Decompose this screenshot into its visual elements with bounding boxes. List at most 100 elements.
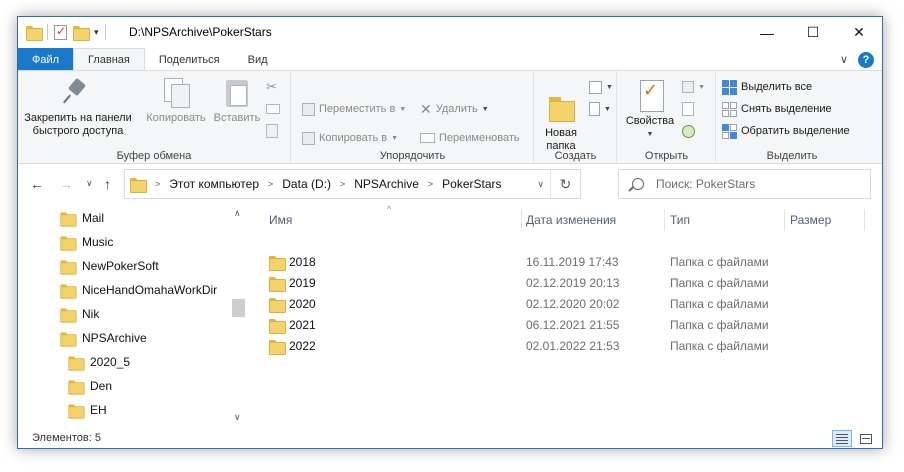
- breadcrumb-separator-icon[interactable]: >: [340, 179, 345, 189]
- new-folder-button[interactable]: Новая папка: [539, 91, 583, 153]
- chevron-down-icon: ▼: [698, 83, 705, 91]
- new-folder-icon[interactable]: [73, 25, 90, 41]
- history-button[interactable]: [682, 121, 695, 141]
- scroll-down-chevron-icon[interactable]: ∨: [234, 412, 241, 423]
- tree-item-eh[interactable]: EH: [68, 399, 107, 421]
- explorer-window: ▾ D:\NPSArchive\PokerStars — ☐ ✕ Файл Гл…: [17, 16, 883, 449]
- close-button[interactable]: ✕: [836, 17, 882, 48]
- breadcrumb-data-drive[interactable]: Data (D:): [282, 177, 331, 191]
- tree-item-den[interactable]: Den: [68, 375, 112, 397]
- select-none-button[interactable]: Снять выделение: [722, 99, 832, 119]
- breadcrumb-separator-icon[interactable]: >: [155, 179, 160, 189]
- breadcrumb-pokerstars[interactable]: PokerStars: [442, 177, 501, 191]
- search-input[interactable]: [656, 177, 856, 191]
- table-row[interactable]: 2018 16.11.2019 17:43 Папка с файлами: [269, 252, 869, 273]
- tree-item-nik[interactable]: Nik: [60, 303, 99, 325]
- delete-button[interactable]: ✕ Удалить ▼: [420, 99, 489, 119]
- details-view-button[interactable]: [832, 430, 852, 447]
- table-row[interactable]: 2019 02.12.2019 20:13 Папка с файлами: [269, 273, 869, 294]
- easy-access-button[interactable]: ▼: [589, 99, 611, 119]
- large-icons-view-button[interactable]: [856, 430, 876, 447]
- tree-item-newpokersoft[interactable]: NewPokerSoft: [60, 255, 159, 277]
- properties-icon[interactable]: [54, 24, 67, 40]
- edit-button[interactable]: [682, 99, 694, 119]
- tab-view[interactable]: Вид: [234, 48, 282, 71]
- tab-file[interactable]: Файл: [18, 48, 73, 71]
- tree-item-nicehandomahaworkdir[interactable]: NiceHandOmahaWorkDir: [60, 279, 217, 301]
- clipboard-group: Закрепить на панели быстрого доступа Коп…: [18, 71, 291, 165]
- table-row[interactable]: 2022 02.01.2022 21:53 Папка с файлами: [269, 336, 869, 357]
- table-row[interactable]: 2021 06.12.2021 21:55 Папка с файлами: [269, 315, 869, 336]
- column-header-name[interactable]: Имя: [269, 204, 292, 236]
- file-name: 2019: [289, 276, 316, 290]
- minimize-button[interactable]: —: [744, 17, 790, 48]
- tree-item-music[interactable]: Music: [60, 231, 113, 253]
- open-button[interactable]: ▼: [682, 77, 705, 97]
- file-type: Папка с файлами: [670, 255, 769, 269]
- invert-selection-button[interactable]: Обратить выделение: [722, 121, 850, 141]
- scroll-up-chevron-icon[interactable]: ∧: [234, 208, 241, 219]
- table-row[interactable]: 2020 02.12.2020 20:02 Папка с файлами: [269, 294, 869, 315]
- tree-item-label: NPSArchive: [82, 331, 147, 345]
- tree-item-2020-5[interactable]: 2020_5: [68, 351, 130, 373]
- pin-icon: [62, 76, 94, 108]
- ribbon: Закрепить на панели быстрого доступа Коп…: [18, 70, 882, 165]
- file-date: 16.11.2019 17:43: [526, 255, 619, 269]
- folder-icon: [60, 235, 77, 251]
- column-header-size[interactable]: Размер: [790, 204, 831, 236]
- maximize-button[interactable]: ☐: [790, 17, 836, 48]
- move-to-button[interactable]: Переместить в ▼: [302, 99, 406, 119]
- quick-access-toolbar: ▾: [26, 24, 106, 41]
- column-divider[interactable]: [864, 209, 865, 231]
- properties-icon: [634, 79, 666, 112]
- cut-button[interactable]: ✂: [266, 77, 277, 97]
- address-history-chevron-down-icon[interactable]: ∨: [537, 179, 544, 190]
- refresh-icon[interactable]: ↻: [550, 170, 580, 198]
- back-arrow-icon[interactable]: ←: [30, 176, 44, 192]
- breadcrumb-separator-icon[interactable]: >: [268, 179, 273, 189]
- folder-icon: [60, 211, 77, 227]
- new-item-button[interactable]: ▼: [589, 77, 613, 97]
- tree-item-npsarchive[interactable]: NPSArchive: [60, 327, 147, 349]
- large-icons-view-icon: [860, 433, 872, 444]
- up-arrow-icon[interactable]: ↑: [104, 176, 111, 192]
- recent-locations-chevron-down-icon[interactable]: ∨: [86, 178, 93, 189]
- clipboard-group-label: Буфер обмена: [116, 150, 192, 162]
- navigation-scrollbar[interactable]: ∧ ∨: [230, 204, 247, 427]
- copy-to-button[interactable]: Копировать в ▼: [302, 128, 398, 148]
- paste-button[interactable]: Вставить: [213, 76, 261, 125]
- delete-label: Удалить: [435, 103, 478, 115]
- file-name: 2021: [289, 318, 316, 332]
- column-divider[interactable]: [521, 209, 522, 231]
- select-all-button[interactable]: Выделить все: [722, 77, 812, 97]
- copy-path-button[interactable]: [266, 99, 280, 119]
- file-date: 02.12.2020 20:02: [526, 297, 620, 311]
- pin-label-line1: Закрепить на панели: [24, 112, 132, 124]
- paste-shortcut-button[interactable]: [266, 121, 278, 141]
- forward-arrow-icon[interactable]: →: [59, 176, 73, 192]
- scroll-thumb[interactable]: [232, 299, 245, 317]
- tab-share[interactable]: Поделиться: [145, 48, 234, 71]
- folder-icon: [68, 403, 85, 419]
- copy-to-icon: [302, 131, 315, 145]
- address-bar[interactable]: > Этот компьютер > Data (D:) > NPSArchiv…: [124, 169, 581, 199]
- column-header-type[interactable]: Тип: [670, 204, 690, 236]
- qat-customize-chevron-down-icon[interactable]: ▾: [94, 27, 99, 38]
- help-icon[interactable]: ?: [858, 51, 874, 68]
- copy-button[interactable]: Копировать: [143, 76, 209, 125]
- breadcrumb-separator-icon[interactable]: >: [428, 179, 433, 189]
- tree-item-mail[interactable]: Mail: [60, 207, 104, 229]
- column-header-date[interactable]: Дата изменения: [526, 204, 616, 236]
- column-divider[interactable]: [784, 209, 785, 231]
- details-view-icon: [836, 433, 848, 444]
- tab-home[interactable]: Главная: [73, 48, 145, 71]
- select-all-label: Выделить все: [741, 81, 813, 93]
- breadcrumb-npsarchive[interactable]: NPSArchive: [354, 177, 419, 191]
- chevron-down-icon[interactable]: ∨: [840, 53, 848, 66]
- open-icon: [682, 81, 694, 93]
- pin-quick-access-button[interactable]: Закрепить на панели быстрого доступа: [22, 76, 134, 138]
- rename-button[interactable]: Переименовать: [420, 128, 520, 148]
- breadcrumb-this-pc[interactable]: Этот компьютер: [169, 177, 259, 191]
- column-divider[interactable]: [664, 209, 665, 231]
- properties-button[interactable]: Свойства ▼: [622, 79, 678, 141]
